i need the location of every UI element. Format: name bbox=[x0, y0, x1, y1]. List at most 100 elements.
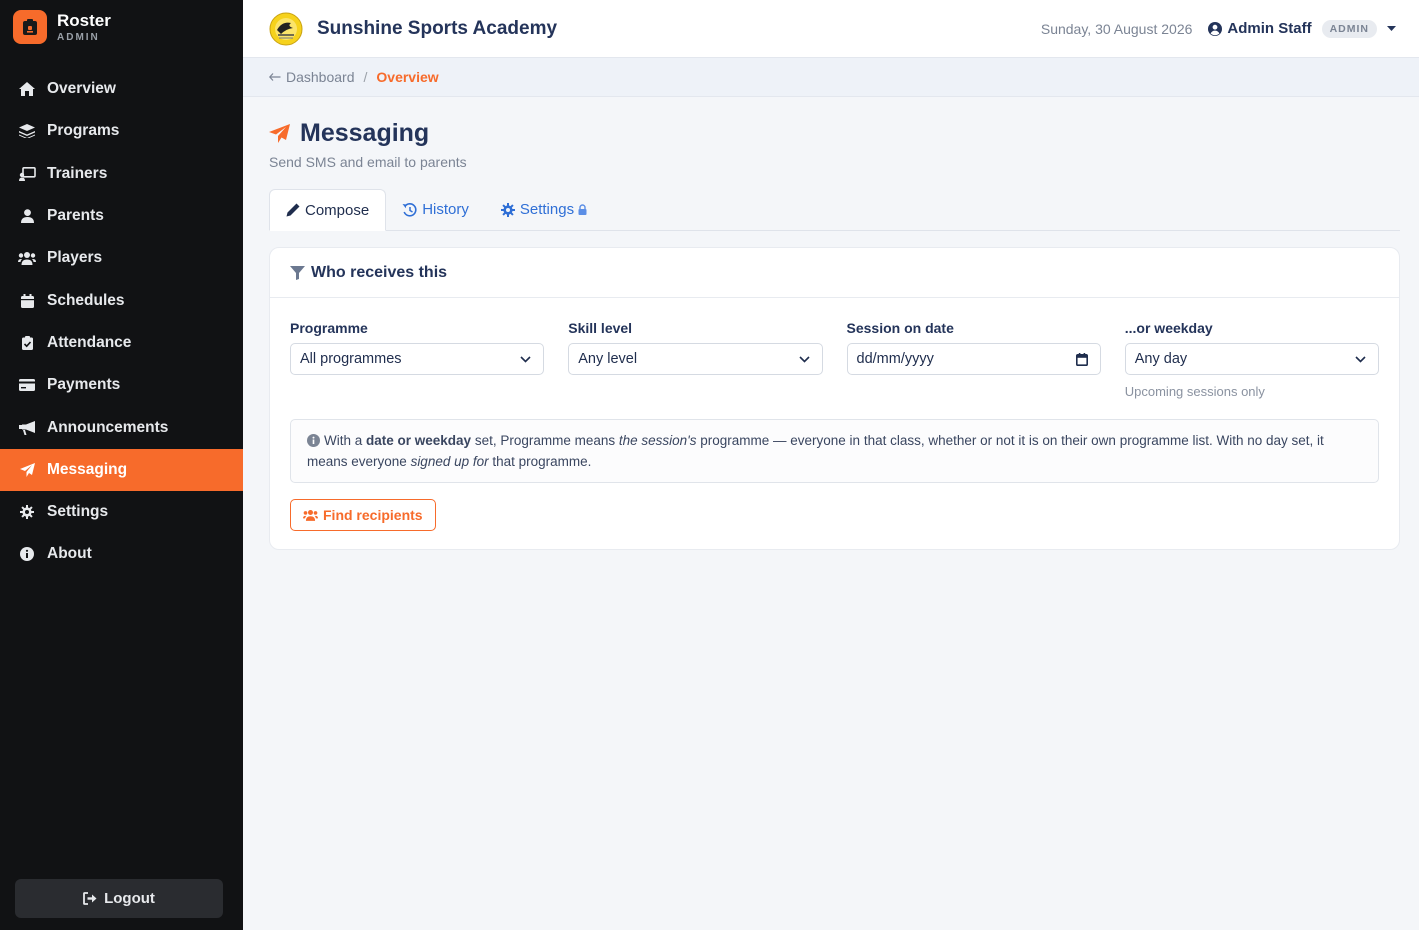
main-content: Messaging Send SMS and email to parents … bbox=[269, 97, 1400, 550]
topbar: Sunshine Sports Academy Sunday, 30 Augus… bbox=[243, 0, 1419, 58]
weekday-field: ...or weekday Any day Upcoming sessions … bbox=[1124, 320, 1379, 399]
sidebar-item-overview[interactable]: Overview bbox=[0, 68, 243, 110]
sidebar-item-attendance[interactable]: Attendance bbox=[0, 322, 243, 364]
sidebar-item-label: Parents bbox=[47, 207, 104, 225]
gear-icon bbox=[500, 202, 515, 217]
sidebar-item-schedules[interactable]: Schedules bbox=[0, 279, 243, 321]
logout-label: Logout bbox=[104, 890, 155, 907]
sidebar-item-label: Messaging bbox=[47, 460, 128, 478]
sidebar-item-announcements[interactable]: Announcements bbox=[0, 406, 243, 448]
programme-field: Programme All programmes bbox=[290, 320, 545, 399]
session-date-input[interactable]: dd/mm/yyyy bbox=[846, 343, 1101, 375]
pencil-icon bbox=[286, 203, 300, 217]
sidebar-item-settings[interactable]: Settings bbox=[0, 491, 243, 533]
sidebar-item-label: Players bbox=[47, 249, 103, 267]
programme-label: Programme bbox=[290, 320, 368, 336]
sidebar-item-messaging[interactable]: Messaging bbox=[0, 448, 243, 491]
info-bold-date-weekday: date or weekday bbox=[366, 433, 472, 448]
lock-icon bbox=[578, 204, 587, 215]
calendar-icon bbox=[1075, 352, 1088, 366]
sidebar: Roster ADMIN Overview Programs Trainers … bbox=[0, 0, 243, 930]
roster-logo-icon bbox=[13, 10, 47, 44]
messaging-tabs: Compose History Settings bbox=[269, 189, 1400, 231]
programme-select[interactable]: All programmes bbox=[290, 343, 545, 375]
tab-compose-label: Compose bbox=[305, 201, 370, 219]
credit-card-icon bbox=[18, 376, 36, 394]
academy-name: Sunshine Sports Academy bbox=[317, 17, 558, 39]
sidebar-item-label: Announcements bbox=[47, 418, 169, 436]
sidebar-item-label: About bbox=[47, 545, 92, 563]
info-circle-icon bbox=[18, 545, 36, 563]
sidebar-item-about[interactable]: About bbox=[0, 533, 243, 575]
find-recipients-button[interactable]: Find recipients bbox=[290, 499, 436, 531]
find-recipients-label: Find recipients bbox=[323, 507, 423, 523]
tab-history-label: History bbox=[422, 201, 469, 218]
user-icon bbox=[18, 207, 36, 225]
chevron-down-icon bbox=[798, 355, 810, 363]
history-icon bbox=[402, 202, 417, 217]
app-name: Roster bbox=[57, 10, 111, 30]
clipboard-check-icon bbox=[18, 334, 36, 352]
paper-plane-icon bbox=[18, 461, 36, 479]
weekday-value: Any day bbox=[1134, 351, 1188, 367]
info-italic-session: the session's bbox=[618, 433, 697, 448]
page-subtitle: Send SMS and email to parents bbox=[269, 154, 467, 170]
tab-compose[interactable]: Compose bbox=[269, 189, 387, 231]
page-title: Messaging bbox=[300, 119, 430, 147]
breadcrumb-separator: / bbox=[363, 69, 368, 85]
sidebar-item-parents[interactable]: Parents bbox=[0, 195, 243, 237]
skill-select[interactable]: Any level bbox=[568, 343, 823, 375]
card-heading: Who receives this bbox=[311, 263, 448, 281]
info-circle-icon bbox=[307, 434, 320, 447]
session-date-label: Session on date bbox=[846, 320, 954, 336]
sidebar-item-label: Payments bbox=[47, 376, 121, 394]
recipient-filter-card: Who receives this Programme All programm… bbox=[269, 247, 1400, 550]
session-date-field: Session on date dd/mm/yyyy bbox=[846, 320, 1101, 399]
sidebar-item-label: Trainers bbox=[47, 164, 108, 182]
current-date: Sunday, 30 August 2026 bbox=[1040, 20, 1193, 37]
sidebar-item-label: Schedules bbox=[47, 291, 125, 309]
filter-info-note: With a date or weekday set, Programme me… bbox=[290, 419, 1379, 483]
sidebar-item-programs[interactable]: Programs bbox=[0, 110, 243, 152]
programme-value: All programmes bbox=[300, 351, 402, 367]
academy-logo-icon bbox=[269, 12, 303, 45]
skill-field: Skill level Any level bbox=[568, 320, 823, 399]
info-italic-signed-up: signed up for bbox=[410, 454, 489, 469]
sign-out-icon bbox=[83, 892, 97, 905]
brand[interactable]: Roster ADMIN bbox=[0, 0, 243, 54]
user-menu[interactable]: Admin Staff ADMIN bbox=[1208, 19, 1401, 38]
breadcrumb-current[interactable]: Overview bbox=[376, 69, 438, 85]
user-name: Admin Staff bbox=[1227, 20, 1312, 37]
sidebar-item-label: Programs bbox=[47, 122, 120, 140]
info-text-1: With a bbox=[324, 433, 367, 448]
sidebar-item-trainers[interactable]: Trainers bbox=[0, 153, 243, 195]
user-circle-icon bbox=[1208, 21, 1223, 36]
skill-value: Any level bbox=[578, 351, 638, 367]
sidebar-item-payments[interactable]: Payments bbox=[0, 364, 243, 406]
filter-icon bbox=[290, 265, 305, 280]
sidebar-item-label: Attendance bbox=[47, 333, 132, 351]
breadcrumb-dashboard-label: Dashboard bbox=[286, 69, 355, 85]
weekday-select[interactable]: Any day bbox=[1124, 343, 1379, 375]
tab-settings-label: Settings bbox=[519, 201, 575, 218]
role-badge: ADMIN bbox=[1321, 19, 1377, 38]
skill-label: Skill level bbox=[568, 320, 633, 336]
users-icon bbox=[18, 249, 36, 267]
breadcrumb: Dashboard / Overview bbox=[243, 58, 1419, 97]
gear-icon bbox=[18, 503, 36, 521]
tab-settings[interactable]: Settings bbox=[485, 189, 603, 230]
sidebar-item-players[interactable]: Players bbox=[0, 237, 243, 279]
layers-icon bbox=[18, 122, 36, 140]
breadcrumb-dashboard-link[interactable]: Dashboard bbox=[269, 69, 355, 85]
users-icon bbox=[303, 510, 318, 521]
logout-button[interactable]: Logout bbox=[15, 879, 223, 918]
paper-plane-icon bbox=[269, 124, 290, 143]
chevron-down-icon bbox=[1355, 355, 1366, 363]
sidebar-nav: Overview Programs Trainers Parents Playe… bbox=[0, 68, 243, 576]
arrow-left-icon bbox=[269, 73, 281, 81]
megaphone-icon bbox=[18, 419, 36, 437]
home-icon bbox=[18, 80, 36, 98]
tab-history[interactable]: History bbox=[386, 189, 485, 230]
chevron-down-icon bbox=[520, 355, 531, 363]
session-date-placeholder: dd/mm/yyyy bbox=[856, 351, 934, 367]
